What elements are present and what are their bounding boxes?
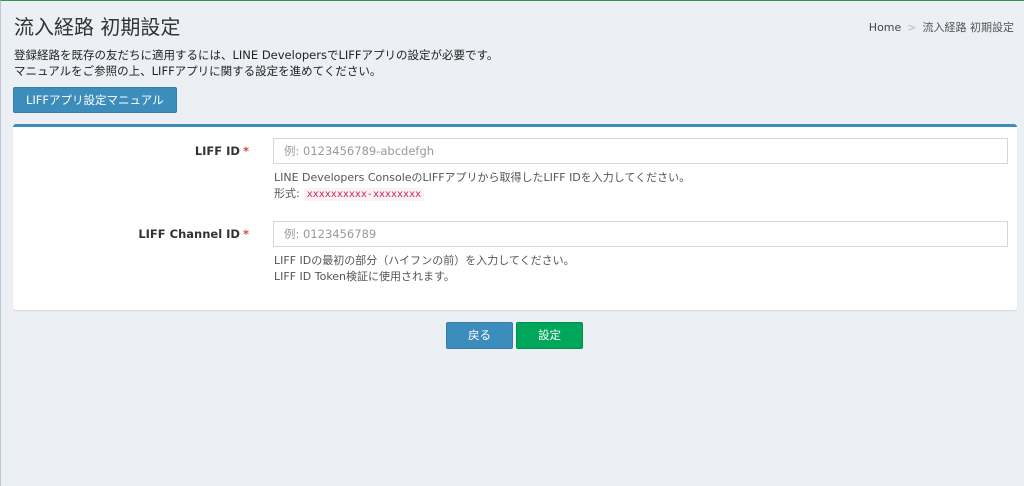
liff-id-help: LINE Developers ConsoleのLIFFアプリから取得したLIF… xyxy=(274,170,690,203)
intro-line-2: マニュアルをご参照の上、LIFFアプリに関する設定を進めてください。 xyxy=(14,64,382,78)
liff-channel-id-help-text-1: LIFF IDの最初の部分（ハイフンの前）を入力してください。 xyxy=(274,254,575,267)
required-mark: * xyxy=(242,144,249,158)
liff-id-help-text: LINE Developers ConsoleのLIFFアプリから取得したLIF… xyxy=(274,171,691,184)
intro-line-1: 登録経路を既存の友だちに適用するには、LINE DevelopersでLIFFア… xyxy=(14,48,499,62)
format-code: xxxxxxxxxx-xxxxxxxx xyxy=(303,188,425,201)
liff-id-format: 形式: xxxxxxxxxx-xxxxxxxx xyxy=(274,186,690,203)
required-mark: * xyxy=(242,227,249,241)
liff-channel-id-label-text: LIFF Channel ID xyxy=(138,227,240,241)
breadcrumb-current: 流入経路 初期設定 xyxy=(922,21,1015,34)
liff-channel-id-input[interactable] xyxy=(273,221,1008,247)
settings-form-box: LIFF ID* LINE Developers ConsoleのLIFFアプリ… xyxy=(13,124,1017,310)
liff-id-input[interactable] xyxy=(273,138,1008,164)
save-button[interactable]: 設定 xyxy=(516,322,583,349)
liff-channel-id-help-text-2: LIFF ID Token検証に使用されます。 xyxy=(274,270,455,283)
back-button[interactable]: 戻る xyxy=(446,322,513,349)
liff-channel-id-help: LIFF IDの最初の部分（ハイフンの前）を入力してください。 LIFF ID … xyxy=(274,253,575,285)
liff-channel-id-label: LIFF Channel ID * xyxy=(13,227,249,241)
liff-id-label-text: LIFF ID xyxy=(194,144,240,158)
intro-text: 登録経路を既存の友だちに適用するには、LINE DevelopersでLIFFア… xyxy=(14,47,498,79)
breadcrumb-home-link[interactable]: Home xyxy=(869,21,901,34)
page-title: 流入経路 初期設定 xyxy=(14,15,181,39)
breadcrumb-separator: > xyxy=(907,20,917,34)
format-label: 形式: xyxy=(274,187,300,200)
liff-manual-button[interactable]: LIFFアプリ設定マニュアル xyxy=(13,87,177,113)
liff-id-label: LIFF ID * xyxy=(13,144,249,158)
breadcrumb: Home > 流入経路 初期設定 xyxy=(869,19,1014,35)
